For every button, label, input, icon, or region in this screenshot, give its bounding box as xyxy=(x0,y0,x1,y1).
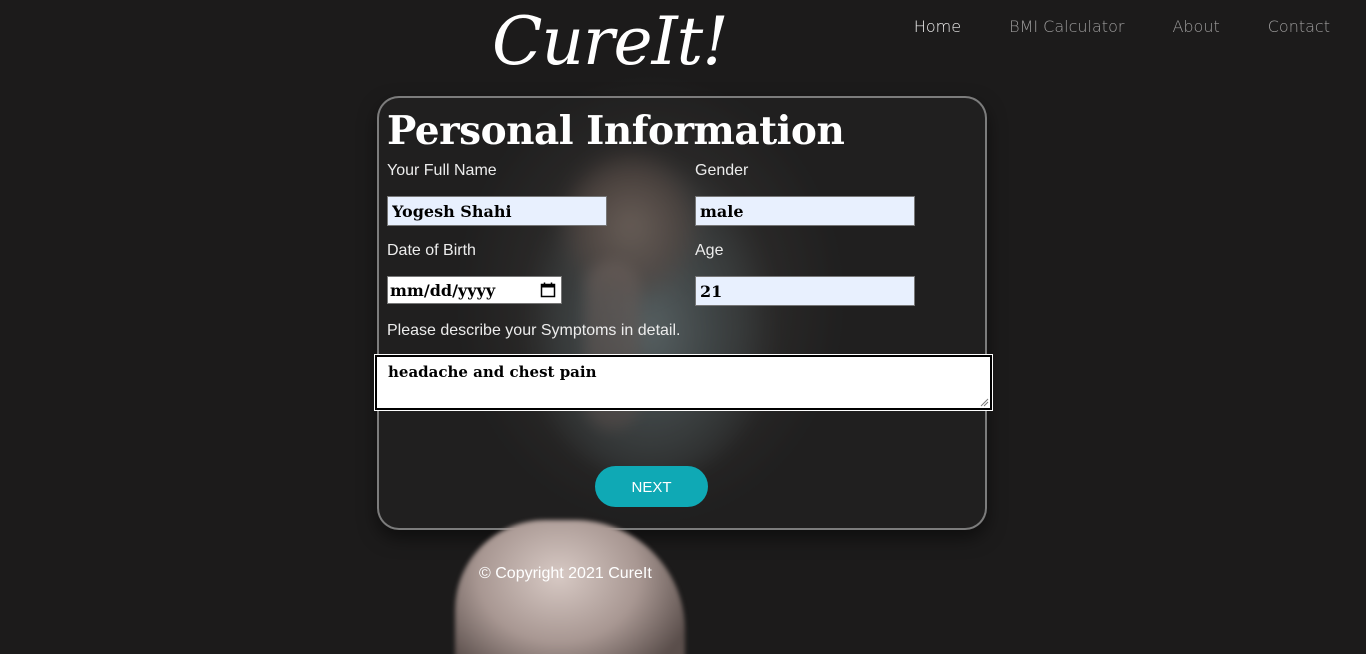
dob-input[interactable]: mm/dd/yyyy xyxy=(387,276,562,304)
symptoms-textarea[interactable]: headache and chest pain xyxy=(374,354,993,411)
dob-placeholder: mm/dd/yyyy xyxy=(390,280,496,300)
dob-label: Date of Birth xyxy=(387,242,476,259)
full-name-input[interactable] xyxy=(387,196,607,226)
main-nav: Home BMI Calculator About Contact xyxy=(914,17,1330,37)
background-hand xyxy=(455,520,685,654)
gender-input[interactable] xyxy=(695,196,915,226)
resize-grip-icon[interactable] xyxy=(979,397,989,407)
full-name-label: Your Full Name xyxy=(387,162,497,179)
symptoms-label: Please describe your Symptoms in detail. xyxy=(387,322,681,339)
site-logo[interactable]: CureIt! xyxy=(492,2,729,82)
calendar-icon[interactable] xyxy=(540,282,556,298)
nav-item-bmi-calculator[interactable]: BMI Calculator xyxy=(1009,17,1124,37)
age-input[interactable] xyxy=(695,276,915,306)
next-button[interactable]: NEXT xyxy=(595,466,708,507)
nav-item-contact[interactable]: Contact xyxy=(1268,17,1330,37)
form-title: Personal Information xyxy=(387,108,845,154)
gender-label: Gender xyxy=(695,162,749,179)
footer-copyright: © Copyright 2021 CureIt xyxy=(479,565,652,582)
age-label: Age xyxy=(695,242,724,259)
nav-item-home[interactable]: Home xyxy=(914,17,961,37)
nav-item-about[interactable]: About xyxy=(1172,17,1219,37)
page: CureIt! Home BMI Calculator About Contac… xyxy=(0,0,1366,654)
